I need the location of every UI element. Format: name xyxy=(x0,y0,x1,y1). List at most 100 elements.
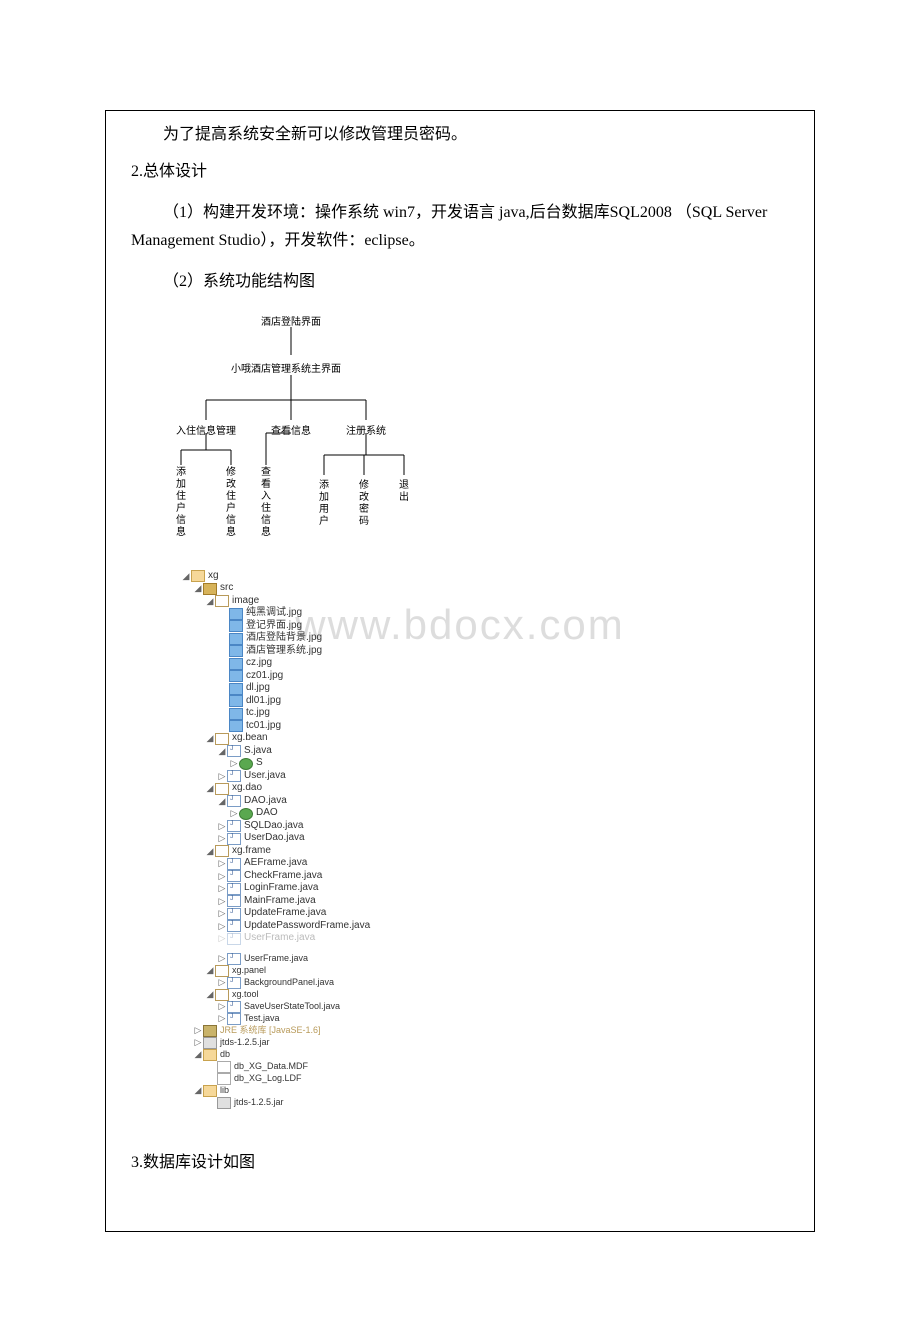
tree-item[interactable]: cz.jpg xyxy=(181,657,814,670)
tree-item[interactable]: jtds-1.2.5.jar xyxy=(181,1097,814,1109)
tree-item[interactable]: db_XG_Log.LDF xyxy=(181,1073,814,1085)
java-file-icon xyxy=(227,795,241,807)
tree-pkg-panel[interactable]: ◢xg.panel xyxy=(181,965,814,977)
tree-item[interactable]: ▷BackgroundPanel.java xyxy=(181,977,814,989)
tree-label: DAO.java xyxy=(244,795,287,808)
tree-item[interactable]: dl.jpg xyxy=(181,682,814,695)
tree-label: SQLDao.java xyxy=(244,820,303,833)
image-icon xyxy=(229,695,243,707)
tree-item[interactable]: ▷CheckFrame.java xyxy=(181,870,814,883)
tree-item[interactable]: dl01.jpg xyxy=(181,695,814,708)
tree-pkg-frame[interactable]: ◢xg.frame xyxy=(181,845,814,858)
tree-label: UserDao.java xyxy=(244,832,305,845)
java-file-icon xyxy=(227,953,241,965)
tree-label: lib xyxy=(220,1085,229,1096)
tree-jar[interactable]: ▷jtds-1.2.5.jar xyxy=(181,1037,814,1049)
tree-label: dl01.jpg xyxy=(246,695,281,708)
tree-item[interactable]: ▷SQLDao.java xyxy=(181,820,814,833)
tree-project[interactable]: ◢xg xyxy=(181,570,814,583)
tree-item[interactable]: ◢DAO.java xyxy=(181,795,814,808)
tree-item[interactable]: 登记界面.jpg xyxy=(181,620,814,633)
tree-label: cz01.jpg xyxy=(246,670,283,683)
tree-label: CheckFrame.java xyxy=(244,870,322,883)
tree-item[interactable]: tc.jpg xyxy=(181,707,814,720)
tree-pkg-image[interactable]: ◢image xyxy=(181,595,814,608)
tree-item[interactable]: ▷MainFrame.java xyxy=(181,895,814,908)
tree-item[interactable]: ▷SaveUserStateTool.java xyxy=(181,1001,814,1013)
project-icon xyxy=(191,570,205,582)
java-file-icon xyxy=(227,883,241,895)
tree-item[interactable]: cz01.jpg xyxy=(181,670,814,683)
tree-label: BackgroundPanel.java xyxy=(244,977,334,988)
java-file-icon xyxy=(227,820,241,832)
tree-pkg-dao[interactable]: ◢xg.dao xyxy=(181,782,814,795)
tree-label: Test.java xyxy=(244,1013,280,1024)
tree-label: db_XG_Log.LDF xyxy=(234,1073,302,1084)
image-icon xyxy=(229,645,243,657)
tree-lib[interactable]: ◢lib xyxy=(181,1085,814,1097)
java-file-icon xyxy=(227,933,241,945)
tree-item[interactable]: ▷UserDao.java xyxy=(181,832,814,845)
java-file-icon xyxy=(227,908,241,920)
source-folder-icon xyxy=(203,583,217,595)
tree-label: 纯黑调试.jpg xyxy=(246,607,302,620)
tree-item[interactable]: ▷S xyxy=(181,757,814,770)
tree-item-dim[interactable]: ▷UserFrame.java xyxy=(181,932,814,945)
tree-jre[interactable]: ▷JRE 系统库 [JavaSE-1.6] xyxy=(181,1025,814,1037)
image-icon xyxy=(229,670,243,682)
tree-item[interactable]: 酒店登陆背景.jpg xyxy=(181,632,814,645)
tree-item[interactable]: ▷UpdateFrame.java xyxy=(181,907,814,920)
tree-label: db_XG_Data.MDF xyxy=(234,1061,308,1072)
tree-label: 登记界面.jpg xyxy=(246,620,302,633)
package-icon xyxy=(215,733,229,745)
tree-item[interactable]: ▷Test.java xyxy=(181,1013,814,1025)
image-icon xyxy=(229,658,243,670)
diagram-leaf-view-checkin: 查看入住信息 xyxy=(260,467,272,539)
tree-label: AEFrame.java xyxy=(244,857,307,870)
jar-icon xyxy=(203,1037,217,1049)
class-icon xyxy=(239,808,253,820)
tree-label: jtds-1.2.5.jar xyxy=(234,1097,284,1108)
tree-pkg-bean[interactable]: ◢xg.bean xyxy=(181,732,814,745)
tree-item[interactable]: db_XG_Data.MDF xyxy=(181,1061,814,1073)
paragraph-db-design: 3.数据库设计如图 xyxy=(106,1149,814,1176)
tree-item[interactable]: ▷UserFrame.java xyxy=(181,953,814,965)
tree-item[interactable]: ▷AEFrame.java xyxy=(181,857,814,870)
tree-item[interactable]: tc01.jpg xyxy=(181,720,814,733)
tree-src[interactable]: ◢src xyxy=(181,582,814,595)
file-icon xyxy=(217,1061,231,1073)
image-icon xyxy=(229,633,243,645)
tree-item[interactable]: ▷LoginFrame.java xyxy=(181,882,814,895)
image-icon xyxy=(229,708,243,720)
image-icon xyxy=(229,720,243,732)
tree-label: JRE 系统库 [JavaSE-1.6] xyxy=(220,1025,321,1036)
file-icon xyxy=(217,1073,231,1085)
folder-icon xyxy=(203,1085,217,1097)
tree-label: xg.bean xyxy=(232,732,268,745)
tree-label: S.java xyxy=(244,745,272,758)
tree-item[interactable]: 酒店管理系统.jpg xyxy=(181,645,814,658)
diagram-leaf-edit-resident: 修改住户信息 xyxy=(225,467,237,539)
tree-item[interactable]: ▷UpdatePasswordFrame.java xyxy=(181,920,814,933)
project-tree: ◢xg ◢src ◢image 纯黑调试.jpg 登记界面.jpg 酒店登陆背景… xyxy=(181,570,814,1109)
tree-label: image xyxy=(232,595,259,608)
tree-label: UserFrame.java xyxy=(244,932,315,945)
tree-pkg-tool[interactable]: ◢xg.tool xyxy=(181,989,814,1001)
diagram-leaf-exit: 退出 xyxy=(398,480,410,504)
tree-label: src xyxy=(220,582,233,595)
tree-item[interactable]: ◢S.java xyxy=(181,745,814,758)
tree-label: 酒店登陆背景.jpg xyxy=(246,632,322,645)
tree-item[interactable]: 纯黑调试.jpg xyxy=(181,607,814,620)
tree-label: UserFrame.java xyxy=(244,953,308,964)
page-frame: www.bdocx.com 为了提高系统安全新可以修改管理员密码。 2.总体设计… xyxy=(105,110,815,1232)
diagram-leaf-add-resident: 添加住户信息 xyxy=(175,467,187,539)
package-icon xyxy=(215,965,229,977)
tree-db[interactable]: ◢db xyxy=(181,1049,814,1061)
tree-label: jtds-1.2.5.jar xyxy=(220,1037,270,1048)
tree-label: xg.dao xyxy=(232,782,262,795)
tree-item[interactable]: ▷DAO xyxy=(181,807,814,820)
diagram-branch-register: 注册系统 xyxy=(346,422,386,437)
java-file-icon xyxy=(227,1013,241,1025)
tree-item[interactable]: ▷User.java xyxy=(181,770,814,783)
functional-structure-diagram: 酒店登陆界面 小哦酒店管理系统主界面 入住信息管理 查看信息 注册系统 添加住户… xyxy=(106,305,814,565)
